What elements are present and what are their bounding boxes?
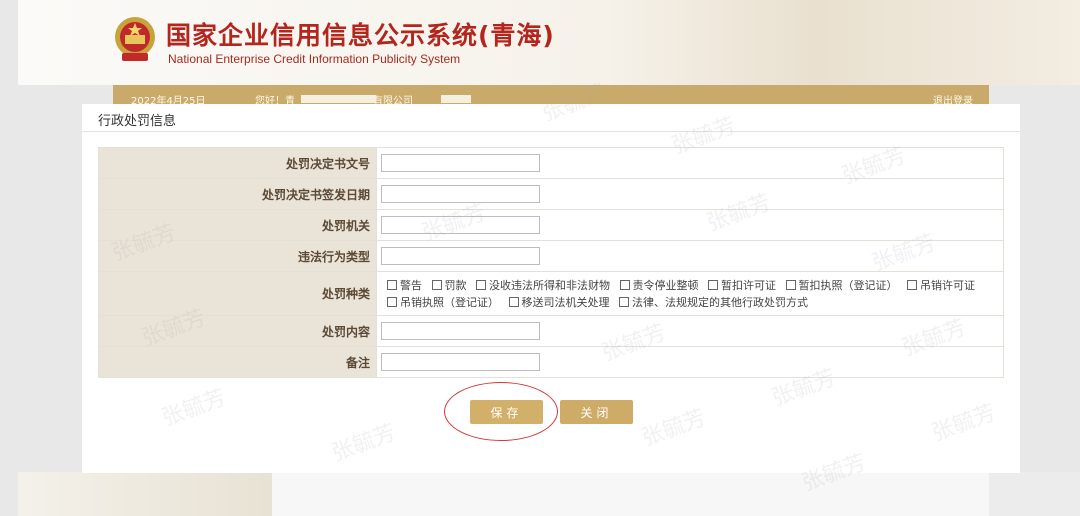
field-label: 备注 xyxy=(98,346,377,378)
checkbox[interactable] xyxy=(619,279,630,290)
site-subtitle: National Enterprise Credit Information P… xyxy=(168,52,461,66)
penalty-option[interactable]: 吊销许可证 xyxy=(901,279,975,292)
background-panel xyxy=(272,472,989,516)
field-label: 处罚决定书签发日期 xyxy=(98,178,377,210)
field-label: 处罚决定书文号 xyxy=(98,147,377,179)
checkbox[interactable] xyxy=(785,279,796,290)
site-title: 国家企业信用信息公示系统(青海) xyxy=(166,21,555,50)
penalty-info-dialog: 行政处罚信息 处罚决定书文号 处罚决定书签发日期 处罚机关 违法行为类型 处罚种… xyxy=(82,104,1020,473)
decision-number-input[interactable] xyxy=(381,154,540,172)
checkbox[interactable] xyxy=(476,279,486,290)
redaction-mask xyxy=(301,95,376,103)
redaction-mask xyxy=(441,95,471,103)
save-button[interactable]: 保存 xyxy=(470,400,543,424)
checkbox[interactable] xyxy=(619,296,629,307)
close-button[interactable]: 关闭 xyxy=(560,400,633,424)
dialog-title: 行政处罚信息 xyxy=(98,114,177,129)
penalty-option[interactable]: 没收违法所得和非法财物 xyxy=(470,279,610,292)
checkbox[interactable] xyxy=(708,279,718,290)
issue-date-input[interactable] xyxy=(381,185,540,203)
field-label: 处罚种类 xyxy=(98,271,377,316)
background-panel xyxy=(18,472,272,516)
form-row: 处罚决定书文号 xyxy=(98,147,1004,179)
field-label: 处罚内容 xyxy=(98,315,377,347)
penalty-option[interactable]: 暂扣执照（登记证） xyxy=(780,279,898,292)
checkbox[interactable] xyxy=(907,279,917,290)
dialog-header: 行政处罚信息 xyxy=(82,104,1020,132)
penalty-option[interactable]: 暂扣许可证 xyxy=(702,279,776,292)
form-row: 处罚种类 警告 罚款 没收违法所得和非法财物 责令停业整顿 暂扣许可证 暂扣执照… xyxy=(98,271,1004,316)
remarks-input[interactable] xyxy=(381,353,540,371)
penalty-option[interactable]: 警告 xyxy=(381,279,422,292)
form-row: 处罚决定书签发日期 xyxy=(98,178,1004,210)
checkbox[interactable] xyxy=(431,279,442,290)
penalty-option[interactable]: 罚款 xyxy=(426,279,467,292)
violation-type-input[interactable] xyxy=(381,247,540,265)
form-row: 备注 xyxy=(98,346,1004,378)
penalty-type-options: 警告 罚款 没收违法所得和非法财物 责令停业整顿 暂扣许可证 暂扣执照（登记证）… xyxy=(381,276,1003,312)
penalty-content-input[interactable] xyxy=(381,322,540,340)
penalty-form: 处罚决定书文号 处罚决定书签发日期 处罚机关 违法行为类型 处罚种类 警告 罚款… xyxy=(98,147,1004,378)
form-row: 处罚内容 xyxy=(98,315,1004,347)
checkbox[interactable] xyxy=(387,296,397,307)
checkbox[interactable] xyxy=(387,279,397,290)
field-label: 违法行为类型 xyxy=(98,240,377,272)
penalty-option[interactable]: 移送司法机关处理 xyxy=(503,296,610,309)
authority-input[interactable] xyxy=(381,216,540,234)
penalty-option[interactable]: 法律、法规规定的其他行政处罚方式 xyxy=(613,296,808,309)
national-emblem-icon xyxy=(115,17,155,61)
checkbox[interactable] xyxy=(508,296,519,307)
background-panel xyxy=(989,472,1080,516)
form-row: 处罚机关 xyxy=(98,209,1004,241)
field-label: 处罚机关 xyxy=(98,209,377,241)
form-row: 违法行为类型 xyxy=(98,240,1004,272)
penalty-option[interactable]: 吊销执照（登记证） xyxy=(381,296,499,309)
penalty-option[interactable]: 责令停业整顿 xyxy=(614,279,699,292)
